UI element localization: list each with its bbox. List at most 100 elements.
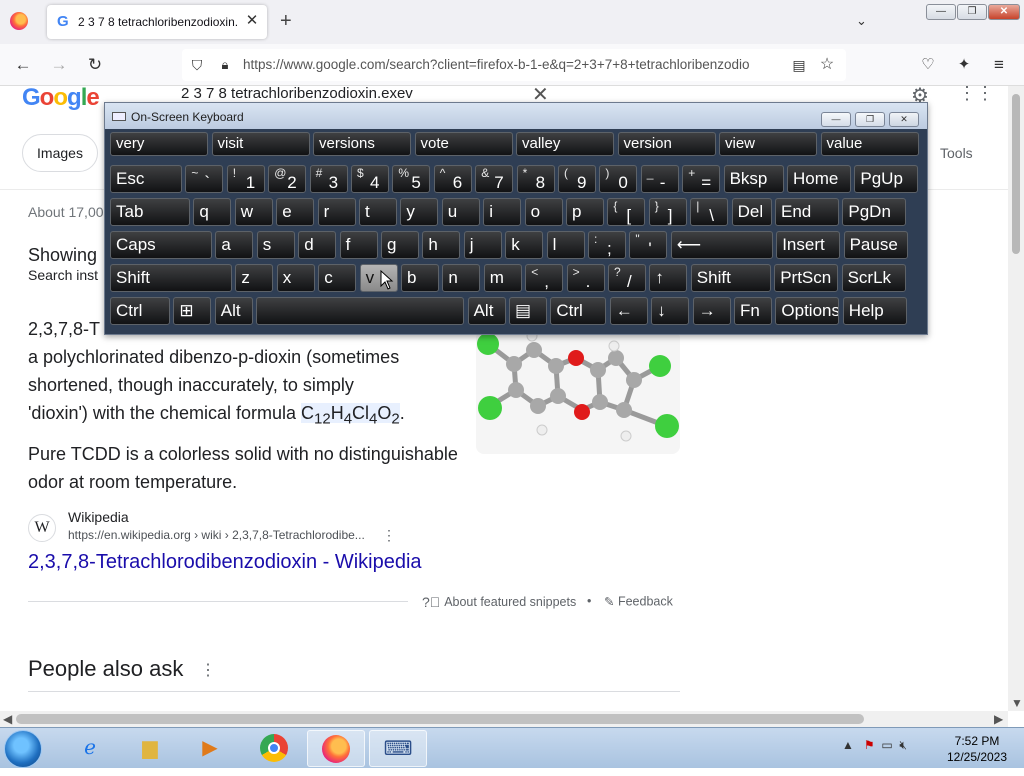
key-symbol[interactable]: | \	[690, 198, 729, 226]
molecule-image[interactable]	[476, 330, 680, 454]
key-alt[interactable]: Alt	[467, 297, 506, 325]
key-symbol[interactable]: ↓	[651, 297, 690, 325]
firefox-icon[interactable]	[10, 12, 28, 30]
clock-date[interactable]: 12/25/2023	[942, 750, 1012, 764]
key-6[interactable]: ^ 6	[433, 165, 472, 193]
key-insert[interactable]: Insert	[776, 231, 841, 259]
key-w[interactable]: w	[234, 198, 273, 226]
key-options[interactable]: Options	[775, 297, 840, 325]
key-i[interactable]: i	[483, 198, 522, 226]
key-shift[interactable]: Shift	[690, 264, 771, 292]
key-symbol[interactable]: ↑	[649, 264, 688, 292]
key-bksp[interactable]: Bksp	[723, 165, 784, 193]
key-tab[interactable]: Tab	[110, 198, 190, 226]
browser-tab[interactable]: G 2 3 7 8 tetrachloribenzodioxin.e ✕	[47, 5, 267, 39]
lock-icon[interactable]: 🔒︎	[214, 54, 236, 76]
result-source-name[interactable]: Wikipedia	[68, 509, 129, 525]
key-help[interactable]: Help	[842, 297, 907, 325]
key-prtscn[interactable]: PrtScn	[774, 264, 839, 292]
key-home[interactable]: Home	[787, 165, 851, 193]
key-shift[interactable]: Shift	[110, 264, 232, 292]
prediction-key[interactable]: view	[719, 132, 817, 156]
key-n[interactable]: n	[442, 264, 481, 292]
key-pause[interactable]: Pause	[843, 231, 908, 259]
scroll-left-arrow-icon[interactable]: ◀	[3, 712, 12, 726]
taskbar-file-explorer-icon[interactable]: ▆	[121, 730, 179, 767]
show-hidden-icons-icon[interactable]: ▲	[842, 738, 854, 752]
key-a[interactable]: a	[215, 231, 254, 259]
taskbar-chrome-icon[interactable]	[245, 730, 303, 767]
key-fn[interactable]: Fn	[734, 297, 772, 325]
network-icon[interactable]: ▭	[881, 738, 892, 752]
key-h[interactable]: h	[422, 231, 461, 259]
url-bar[interactable]: ⛉ 🔒︎ https://www.google.com/search?clien…	[182, 49, 846, 81]
prediction-key[interactable]: versions	[313, 132, 411, 156]
key-pgdn[interactable]: PgDn	[842, 198, 907, 226]
google-logo[interactable]: Google	[22, 84, 100, 112]
key-c[interactable]: c	[318, 264, 357, 292]
prediction-key[interactable]: version	[617, 132, 716, 156]
key-ctrl[interactable]: Ctrl	[550, 297, 607, 325]
menu-icon[interactable]: ≡	[988, 54, 1010, 76]
key-1[interactable]: ! 1	[226, 165, 265, 193]
prediction-key[interactable]: visit	[211, 132, 310, 156]
horizontal-scrollbar-thumb[interactable]	[16, 714, 864, 724]
search-input[interactable]: 2 3 7 8 tetrachloribenzodioxin.exev	[181, 85, 413, 102]
key-y[interactable]: y	[400, 198, 439, 226]
key-b[interactable]: b	[401, 264, 439, 292]
osk-close-button[interactable]: ✕	[889, 112, 919, 127]
tab-close-icon[interactable]: ✕	[243, 11, 261, 31]
key-j[interactable]: j	[463, 231, 502, 259]
key-f[interactable]: f	[339, 231, 378, 259]
reader-view-icon[interactable]: ▤	[788, 54, 810, 76]
key-symbol[interactable]: _ -	[640, 165, 679, 193]
window-restore-button[interactable]: ❐	[957, 4, 987, 20]
result-url[interactable]: https://en.wikipedia.org › wiki › 2,3,7,…	[68, 528, 365, 542]
more-options-icon[interactable]: ⋮	[200, 660, 216, 680]
scroll-down-arrow-icon[interactable]: ▼	[1011, 696, 1023, 710]
key-0[interactable]: ) 0	[599, 165, 638, 193]
volume-muted-icon[interactable]: 🔇︎	[899, 738, 907, 752]
window-minimize-button[interactable]: —	[926, 4, 956, 20]
key-t[interactable]: t	[359, 198, 397, 226]
tools-button[interactable]: Tools	[940, 145, 973, 161]
vertical-scrollbar-thumb[interactable]	[1012, 94, 1020, 254]
key-symbol[interactable]: }]	[648, 198, 687, 226]
clock-time[interactable]: 7:52 PM	[942, 734, 1012, 748]
key-3[interactable]: #3	[309, 165, 348, 193]
key-symbol[interactable]: {[	[607, 198, 646, 226]
key-pgup[interactable]: PgUp	[854, 165, 919, 193]
key-caps[interactable]: Caps	[110, 231, 212, 259]
key-d[interactable]: d	[298, 231, 337, 259]
new-tab-button[interactable]: +	[280, 11, 292, 31]
key-o[interactable]: o	[524, 198, 563, 226]
key-symbol[interactable]: ? /	[608, 264, 646, 292]
key-ctrl[interactable]: Ctrl	[110, 297, 170, 325]
key-l[interactable]: l	[546, 231, 585, 259]
osk-restore-button[interactable]: ❐	[855, 112, 885, 127]
about-featured-snippets-link[interactable]: ?⃝ About featured snippets	[422, 594, 576, 610]
key-symbol[interactable]: <,	[525, 264, 564, 292]
key-x[interactable]: x	[276, 264, 315, 292]
key-symbol[interactable]: :;	[588, 231, 626, 259]
feedback-link[interactable]: ✎ Feedback	[604, 594, 673, 610]
window-close-button[interactable]: ✕	[988, 4, 1020, 20]
key-4[interactable]: $4	[351, 165, 389, 193]
taskbar-media-player-icon[interactable]: ▶	[181, 730, 239, 767]
key-symbol[interactable]: →	[692, 297, 731, 325]
key-symbol[interactable]: + =	[682, 165, 721, 193]
key-symbol[interactable]: ~ `	[185, 165, 224, 193]
key-p[interactable]: p	[566, 198, 604, 226]
action-center-icon[interactable]: ⚑	[864, 738, 875, 752]
key-q[interactable]: q	[193, 198, 232, 226]
prediction-key[interactable]: vote	[414, 132, 513, 156]
key-u[interactable]: u	[441, 198, 480, 226]
prediction-key[interactable]: valley	[516, 132, 614, 156]
key-scrlk[interactable]: ScrLk	[841, 264, 906, 292]
taskbar-firefox-icon[interactable]	[307, 730, 365, 767]
forward-icon[interactable]: →	[48, 54, 70, 76]
prediction-key[interactable]: value	[820, 132, 919, 156]
key-g[interactable]: g	[381, 231, 419, 259]
key-esc[interactable]: Esc	[110, 165, 182, 193]
reload-icon[interactable]: ↻	[84, 54, 106, 76]
